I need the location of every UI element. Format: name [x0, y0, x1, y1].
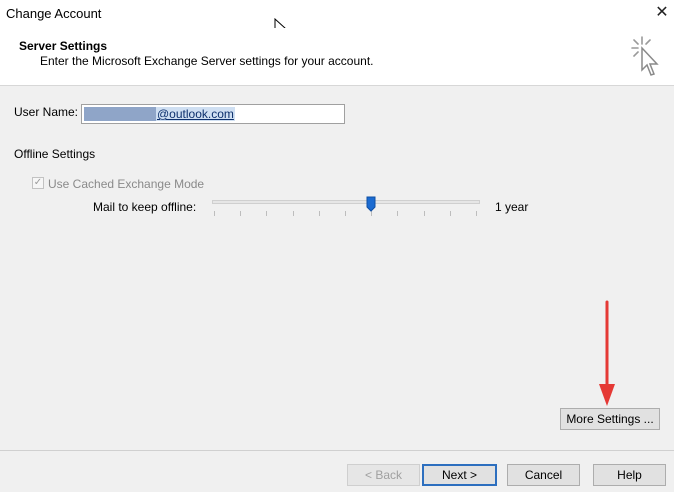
footer-divider [0, 450, 674, 451]
slider-tick [319, 211, 320, 216]
user-name-label: User Name: [14, 105, 79, 119]
help-button[interactable]: Help [593, 464, 666, 486]
page-subtitle: Enter the Microsoft Exchange Server sett… [40, 54, 374, 68]
slider-thumb[interactable] [366, 196, 376, 212]
more-settings-button[interactable]: More Settings ... [560, 408, 660, 430]
title-bar: Change Account ✕ [0, 0, 674, 28]
header-panel: Server Settings Enter the Microsoft Exch… [0, 28, 674, 86]
cached-mode-checkbox[interactable]: ✓ [32, 177, 44, 189]
user-name-field[interactable]: @outlook.com [81, 104, 345, 124]
offline-settings-heading: Offline Settings [14, 147, 96, 161]
slider-tick [214, 211, 215, 216]
user-name-value: @outlook.com [156, 107, 235, 121]
cursor-sparkle-icon [631, 36, 659, 76]
slider-tick [424, 211, 425, 216]
redacted-user [84, 107, 156, 121]
next-button[interactable]: Next > [422, 464, 497, 486]
slider-tick [476, 211, 477, 216]
close-button[interactable]: ✕ [650, 2, 674, 24]
mail-keep-slider[interactable] [212, 200, 480, 204]
window-title: Change Account [6, 6, 102, 21]
mail-keep-label: Mail to keep offline: [93, 200, 197, 214]
cancel-button[interactable]: Cancel [507, 464, 580, 486]
slider-tick [266, 211, 267, 216]
annotation-arrow [599, 300, 615, 406]
back-button[interactable]: < Back [347, 464, 420, 486]
cached-mode-label: Use Cached Exchange Mode [48, 177, 205, 191]
slider-tick [450, 211, 451, 216]
slider-tick [397, 211, 398, 216]
slider-tick [293, 211, 294, 216]
slider-tick [240, 211, 241, 216]
mail-keep-value: 1 year [495, 200, 529, 214]
slider-tick [345, 211, 346, 216]
page-title: Server Settings [19, 39, 108, 53]
